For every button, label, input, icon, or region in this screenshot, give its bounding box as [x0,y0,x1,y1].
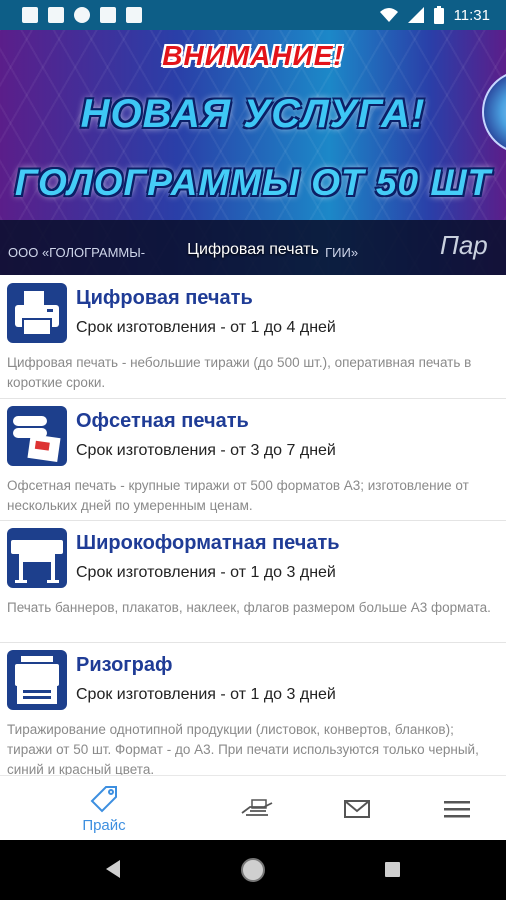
home-icon[interactable] [241,858,265,882]
bottom-tab-bar: Прайс [0,775,506,841]
gmail-icon [48,7,64,23]
service-term: Срок изготовления - от 1 до 3 дней [76,564,336,581]
price-tag-icon [90,786,117,813]
notification-app-icon [22,7,38,23]
service-item-offset[interactable]: Офсетная печать Срок изготовления - от 3… [0,398,506,521]
service-title: Офсетная печать [76,410,249,432]
banner-holograms-text: ГОЛОГРАММЫ ОТ 50 ШТ [14,162,492,203]
notification-dot-icon [74,7,90,23]
service-title: Ризограф [76,654,173,676]
service-description: Офсетная печать - крупные тиражи от 500 … [7,478,469,513]
signal-icon [407,7,424,23]
envelope-icon [344,799,370,818]
tab-contacts[interactable] [317,776,397,841]
back-icon[interactable] [106,860,120,878]
hand-paper-icon [241,798,273,816]
service-title: Цифровая печать [76,287,253,309]
recent-apps-icon[interactable] [385,862,400,877]
sd-card-icon [100,7,116,23]
system-nav-bar [0,840,506,900]
risograph-icon [7,650,67,710]
service-description: Цифровая печать - небольшие тиражи (до 5… [7,355,472,390]
service-description: Тиражирование однотипной продукции (лист… [7,722,479,775]
banner-new-service-text: НОВАЯ УСЛУГА! [80,92,426,136]
clock: 11:31 [453,6,490,24]
offset-press-icon [7,406,67,466]
service-term: Срок изготовления - от 3 до 7 дней [76,442,336,459]
tab-order[interactable] [217,776,297,841]
hamburger-menu-icon [444,800,470,817]
download-icon [126,7,142,23]
services-list: Цифровая печать Срок изготовления - от 1… [0,275,506,775]
promo-banner[interactable]: ВНИМАНИЕ! НОВАЯ УСЛУГА! ГОЛОГРАММЫ ОТ 50… [0,30,506,275]
plotter-icon [7,528,67,588]
service-term: Срок изготовления - от 1 до 4 дней [76,319,336,336]
tab-price[interactable]: Прайс [64,776,144,841]
banner-caption: Цифровая печать [187,241,319,258]
service-item-risograph[interactable]: Ризограф Срок изготовления - от 1 до 3 д… [0,642,506,775]
status-bar: 11:31 [0,0,506,30]
battery-icon [433,6,444,24]
service-item-digital[interactable]: Цифровая печать Срок изготовления - от 1… [0,275,506,399]
service-title: Широкоформатная печать [76,532,340,554]
wifi-icon [379,8,398,22]
tab-menu[interactable] [417,776,497,841]
printer-icon [7,283,67,343]
tab-price-label: Прайс [82,817,126,834]
service-description: Печать баннеров, плакатов, наклеек, флаг… [7,600,491,615]
service-term: Срок изготовления - от 1 до 3 дней [76,686,336,703]
banner-attention-text: ВНИМАНИЕ! [162,40,344,71]
service-item-wide-format[interactable]: Широкоформатная печать Срок изготовления… [0,520,506,643]
